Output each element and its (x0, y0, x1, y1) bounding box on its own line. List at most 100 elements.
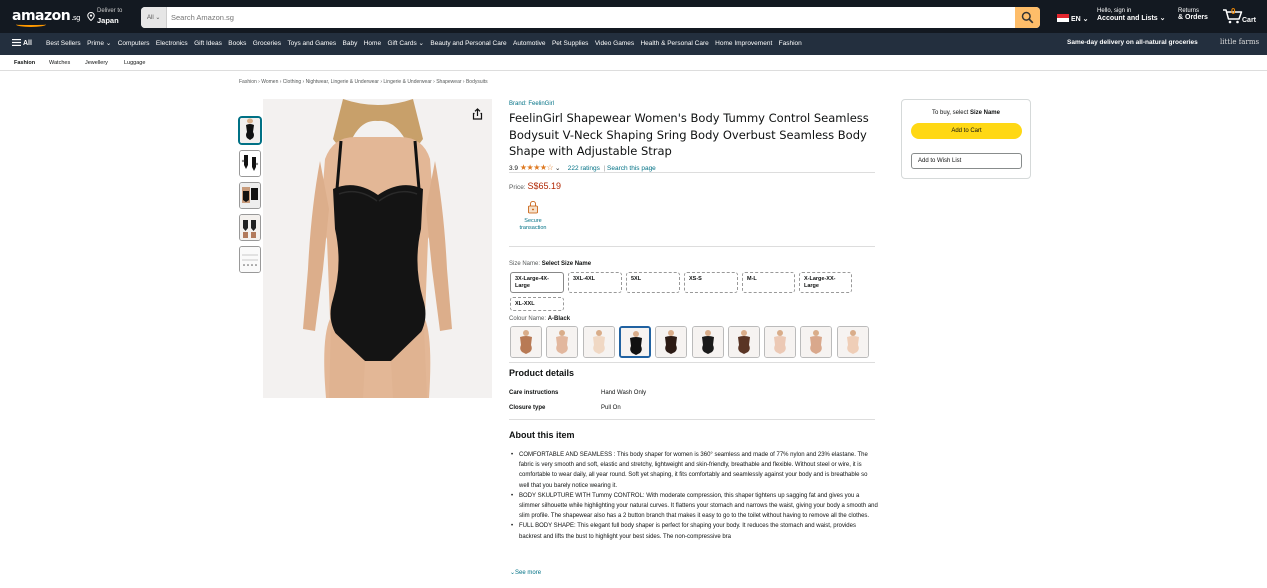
main-nav: All Best Sellers Prime ⌄ Computers Electron… (0, 33, 1267, 55)
nav-link[interactable]: Health & Personal Care (640, 40, 708, 47)
all-menu-button[interactable]: All (12, 39, 32, 47)
nav-link[interactable]: Home (364, 40, 381, 47)
search-input[interactable] (171, 10, 1011, 25)
size-option[interactable]: X-Large-XX-Large (799, 272, 852, 293)
thumbnail-4[interactable] (239, 214, 261, 241)
sub-nav: Fashion Watches Jewellery Luggage (0, 55, 1267, 71)
cart-count: 0 (1231, 7, 1236, 16)
secure-transaction[interactable]: Secure transaction (511, 200, 555, 232)
colour-swatch[interactable] (510, 326, 542, 358)
nav-link[interactable]: Prime ⌄ (87, 40, 111, 47)
nav-link[interactable]: Beauty and Personal Care (430, 40, 506, 47)
chevron-down-icon[interactable]: ⌄ (555, 165, 560, 172)
cart-label: Cart (1242, 17, 1257, 24)
sub-nav-jewellery[interactable]: Jewellery (85, 60, 108, 66)
colour-swatch[interactable] (764, 326, 797, 358)
nav-link[interactable]: Automotive (513, 40, 546, 47)
share-icon[interactable] (472, 108, 483, 122)
colour-swatch[interactable] (727, 326, 760, 358)
colour-swatch[interactable] (546, 326, 579, 358)
size-option[interactable]: M-L (742, 272, 795, 293)
about-bullet: COMFORTABLE AND SEAMLESS : This body sha… (509, 450, 879, 491)
sub-nav-watches[interactable]: Watches (49, 60, 70, 66)
nav-link[interactable]: Pet Supplies (552, 40, 589, 47)
colour-swatch[interactable] (800, 326, 833, 358)
price-value: S$65.19 (527, 181, 561, 191)
detail-key: Closure type (509, 405, 546, 411)
account-menu[interactable]: Hello, sign in Account and Lists ⌄ (1097, 8, 1165, 22)
nav-link[interactable]: Books (228, 40, 246, 47)
size-option[interactable]: XS-S (684, 272, 738, 293)
deliver-label: Deliver to (97, 8, 123, 14)
detail-value: Pull On (601, 405, 621, 411)
nav-link[interactable]: Electronics (156, 40, 188, 47)
buy-box-message: To buy, select Size Name (932, 110, 1000, 116)
thumbnail-1[interactable] (239, 117, 261, 144)
sub-nav-fashion[interactable]: Fashion (14, 60, 35, 66)
price-row: Price: S$65.19 (509, 181, 561, 191)
rating-value: 3.9 (509, 165, 519, 172)
about-bullet: FULL BODY SHAPE: This elegant full body … (509, 521, 879, 541)
breadcrumb[interactable]: Fashion › Women › Clothing › Nightwear, … (239, 79, 488, 85)
hamburger-icon (12, 39, 21, 46)
size-option[interactable]: 3XL-4XL (568, 272, 622, 293)
nav-link[interactable]: Baby (343, 40, 358, 47)
sub-nav-luggage[interactable]: Luggage (124, 60, 145, 66)
search-bar: All ⌄ (141, 7, 1040, 28)
lock-icon (526, 200, 540, 214)
colour-label: Colour Name: A-Black (509, 316, 571, 322)
top-nav: amazon.sg Deliver to Japan All ⌄ EN ⌄ He… (0, 0, 1267, 33)
promo-banner[interactable]: Same-day delivery on all-natural groceri… (1067, 39, 1198, 46)
brand-link[interactable]: Brand: FeelinGirl (509, 101, 554, 107)
size-option[interactable]: XL-XXL (510, 297, 564, 311)
nav-link[interactable]: Gift Ideas (194, 40, 222, 47)
colour-selected: A-Black (547, 316, 571, 322)
add-to-wish-list-button[interactable]: Add to Wish List (911, 153, 1022, 169)
see-more-link[interactable]: ⌄See more (510, 569, 541, 576)
nav-link[interactable]: Computers (118, 40, 150, 47)
deliver-country: Japan (97, 16, 119, 25)
search-button[interactable] (1015, 7, 1040, 28)
nav-link[interactable]: Gift Cards ⌄ (387, 40, 424, 47)
thumbnail-3[interactable] (239, 182, 261, 209)
singapore-flag-icon (1057, 14, 1069, 22)
about-heading: About this item (509, 430, 575, 440)
size-option[interactable]: 5XL (626, 272, 680, 293)
nav-link[interactable]: Toys and Games (287, 40, 336, 47)
nav-link[interactable]: Fashion (779, 40, 802, 47)
nav-link[interactable]: Groceries (253, 40, 281, 47)
ratings-count-link[interactable]: 222 ratings (568, 165, 600, 172)
colour-swatch[interactable] (582, 326, 615, 358)
nav-link[interactable]: Video Games (595, 40, 634, 47)
colour-swatch[interactable] (618, 326, 651, 358)
about-bullet: BODY SKULPTURE WITH Tummy CONTROL: With … (509, 491, 879, 522)
promo-brand[interactable]: little farms (1220, 38, 1259, 46)
thumbnail-5[interactable] (239, 246, 261, 273)
size-label: Size Name: Select Size Name (509, 261, 592, 267)
colour-swatch[interactable] (836, 326, 869, 358)
divider (509, 419, 875, 420)
divider (509, 362, 875, 363)
divider (509, 246, 875, 247)
thumbnail-2[interactable] (239, 150, 261, 177)
search-page-link[interactable]: Search this page (607, 165, 656, 172)
colour-swatch[interactable] (691, 326, 724, 358)
returns-orders[interactable]: Returns & Orders (1178, 8, 1208, 21)
cart-button[interactable]: 0 Cart (1222, 7, 1256, 26)
rating-stars[interactable]: ★★★★☆ (520, 163, 554, 172)
main-product-image[interactable] (263, 99, 492, 398)
nav-links: Best Sellers Prime ⌄ Computers Electronics G… (46, 39, 808, 47)
amazon-smile-icon (16, 22, 46, 27)
search-category-select[interactable]: All ⌄ (141, 7, 167, 28)
nav-link[interactable]: Best Sellers (46, 40, 81, 47)
rating-row: 3.9 ★★★★☆ ⌄ 222 ratings | Search this pa… (509, 163, 656, 172)
colour-swatch[interactable] (655, 326, 688, 358)
detail-key: Care instructions (509, 390, 559, 396)
nav-link[interactable]: Home Improvement (715, 40, 772, 47)
price-label: Price: (509, 184, 526, 191)
product-details-heading: Product details (509, 368, 575, 378)
add-to-cart-button[interactable]: Add to Cart (911, 123, 1022, 139)
language-selector[interactable]: EN ⌄ (1057, 14, 1089, 23)
detail-value: Hand Wash Only (601, 390, 647, 396)
size-option[interactable]: 3X-Large-4X-Large (510, 272, 564, 293)
